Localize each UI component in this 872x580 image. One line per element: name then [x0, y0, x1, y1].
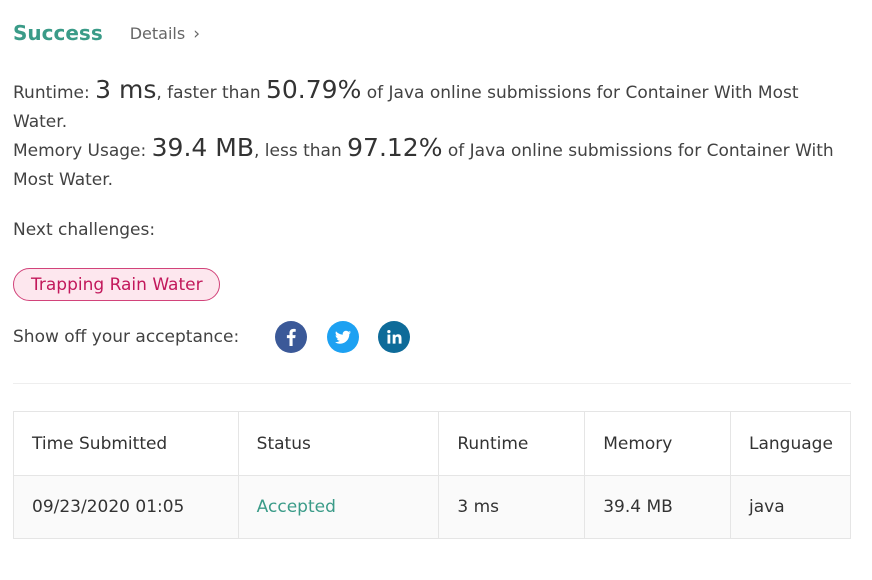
memory-value: 39.4 MB — [151, 133, 254, 162]
column-header-time-submitted: Time Submitted — [13, 411, 239, 476]
column-header-memory: Memory — [584, 411, 732, 476]
memory-prefix: Memory Usage: — [13, 141, 152, 161]
next-challenges-label: Next challenges: — [13, 220, 156, 240]
linkedin-icon[interactable] — [378, 321, 411, 353]
divider — [13, 383, 851, 384]
cell-time-submitted: 09/23/2020 01:05 — [13, 475, 239, 539]
runtime-mid: , faster than — [156, 83, 266, 103]
cell-status: Accepted — [237, 475, 440, 539]
column-header-status: Status — [237, 411, 440, 476]
memory-mid: , less than — [253, 141, 348, 161]
result-header: Success Details › — [13, 19, 200, 47]
status-title: Success — [13, 21, 103, 45]
facebook-icon[interactable] — [275, 321, 308, 353]
share-row: Show off your acceptance: — [13, 320, 411, 354]
runtime-summary: Runtime: 3 ms, faster than 50.79% of Jav… — [13, 75, 843, 137]
column-header-runtime: Runtime — [438, 411, 586, 476]
cell-memory: 39.4 MB — [584, 475, 732, 539]
share-label: Show off your acceptance: — [13, 327, 240, 347]
memory-percent: 97.12% — [347, 133, 443, 162]
details-link[interactable]: Details › — [129, 23, 201, 45]
memory-summary: Memory Usage: 39.4 MB, less than 97.12% … — [13, 133, 843, 195]
table-row: 09/23/2020 01:05 Accepted 3 ms 39.4 MB j… — [13, 475, 851, 539]
runtime-value: 3 ms — [95, 75, 157, 104]
details-label: Details — [129, 23, 186, 43]
twitter-icon[interactable] — [327, 321, 360, 353]
table-header-row: Time Submitted Status Runtime Memory Lan… — [13, 411, 851, 476]
chevron-right-icon: › — [193, 24, 201, 44]
cell-language: java — [730, 475, 851, 539]
runtime-percent: 50.79% — [266, 75, 362, 104]
column-header-language: Language — [730, 411, 851, 476]
accepted-link[interactable]: Accepted — [257, 497, 336, 517]
cell-runtime: 3 ms — [438, 475, 586, 539]
submissions-table: Time Submitted Status Runtime Memory Lan… — [13, 411, 851, 539]
challenge-tag[interactable]: Trapping Rain Water — [13, 268, 220, 301]
runtime-prefix: Runtime: — [13, 83, 96, 103]
